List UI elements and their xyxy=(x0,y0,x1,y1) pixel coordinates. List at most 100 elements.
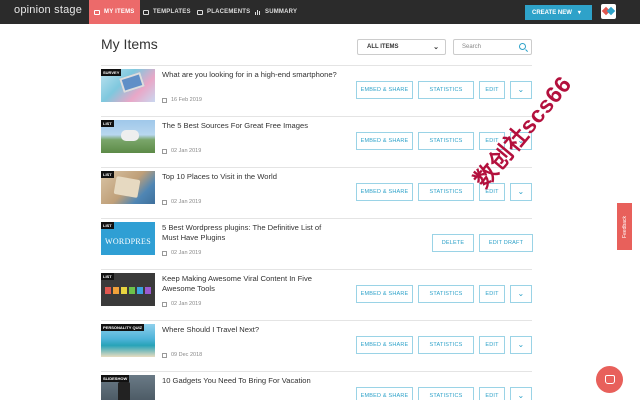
item-title[interactable]: Top 10 Places to Visit in the World xyxy=(162,172,337,182)
feedback-tab[interactable]: Feedback xyxy=(617,203,632,250)
embed-share-button[interactable]: EMBED & SHARE xyxy=(356,81,413,99)
nav-placements-label: PLACEMENTS xyxy=(207,9,251,15)
calendar-icon xyxy=(162,97,167,103)
item-date-text: 09 Dec 2018 xyxy=(171,352,203,358)
caret-down-icon: ▾ xyxy=(577,10,581,16)
item-type-badge: LIST xyxy=(101,171,114,178)
item-thumbnail[interactable]: WORDPRES LIST xyxy=(101,222,155,255)
search-placeholder: Search xyxy=(462,44,482,50)
app-logo[interactable]: opinion stage xyxy=(14,4,82,16)
item-date-text: 02 Jan 2019 xyxy=(171,148,202,154)
list-item: PERSONALITY QUIZ Where Should I Travel N… xyxy=(101,320,532,371)
list-item: SURVEY What are you looking for in a hig… xyxy=(101,65,532,116)
item-thumbnail[interactable]: LIST xyxy=(101,273,155,306)
item-thumbnail[interactable]: SURVEY xyxy=(101,69,155,102)
item-thumbnail[interactable]: SLIDESHOW xyxy=(101,375,155,400)
nav-templates[interactable]: TEMPLATES xyxy=(138,0,196,24)
statistics-button[interactable]: STATISTICS xyxy=(418,336,474,354)
nav-placements[interactable]: PLACEMENTS xyxy=(192,0,255,24)
item-title[interactable]: 10 Gadgets You Need To Bring For Vacatio… xyxy=(162,376,337,386)
filter-value: ALL ITEMS xyxy=(367,44,399,50)
item-date: 02 Jan 2019 xyxy=(162,148,201,154)
nav-my-items-label: MY ITEMS xyxy=(104,9,135,15)
item-date: 02 Jan 2019 xyxy=(162,250,201,256)
edit-button[interactable]: EDIT xyxy=(479,81,505,99)
more-options-button[interactable]: ⌄ xyxy=(510,183,532,201)
page-title: My Items xyxy=(101,36,158,52)
delete-button[interactable]: DELETE xyxy=(432,234,474,252)
statistics-button[interactable]: STATISTICS xyxy=(418,387,474,400)
chat-launcher-button[interactable] xyxy=(596,366,623,393)
chevron-down-icon: ⌄ xyxy=(517,187,525,196)
statistics-button[interactable]: STATISTICS xyxy=(418,81,474,99)
embed-share-button[interactable]: EMBED & SHARE xyxy=(356,132,413,150)
item-thumbnail[interactable]: LIST xyxy=(101,120,155,153)
top-nav-bar: opinion stage MY ITEMS TEMPLATES PLACEME… xyxy=(0,0,640,24)
user-avatar[interactable] xyxy=(601,4,616,19)
item-title[interactable]: Where Should I Travel Next? xyxy=(162,325,337,335)
statistics-button[interactable]: STATISTICS xyxy=(418,183,474,201)
calendar-icon xyxy=(162,148,167,154)
bar-chart-icon xyxy=(255,9,261,15)
item-thumbnail[interactable]: LIST xyxy=(101,171,155,204)
statistics-button[interactable]: STATISTICS xyxy=(418,285,474,303)
more-options-button[interactable]: ⌄ xyxy=(510,336,532,354)
list-item: LIST Keep Making Awesome Viral Content I… xyxy=(101,269,532,320)
more-options-button[interactable]: ⌄ xyxy=(510,285,532,303)
item-type-badge: LIST xyxy=(101,120,114,127)
item-title[interactable]: 5 Best Wordpress plugins: The Definitive… xyxy=(162,223,337,243)
chat-icon xyxy=(604,375,615,384)
item-title[interactable]: What are you looking for in a high-end s… xyxy=(162,70,337,80)
item-date-text: 02 Jan 2019 xyxy=(171,250,202,256)
item-date: 02 Jan 2019 xyxy=(162,199,201,205)
avatar-shape-blue xyxy=(606,6,616,16)
item-title[interactable]: Keep Making Awesome Viral Content In Fiv… xyxy=(162,274,337,294)
item-date: 02 Jan 2019 xyxy=(162,301,201,307)
chevron-down-icon: ⌄ xyxy=(517,85,525,94)
embed-share-button[interactable]: EMBED & SHARE xyxy=(356,387,413,400)
create-new-button[interactable]: CREATE NEW ▾ xyxy=(525,5,592,20)
item-date: 16 Feb 2019 xyxy=(162,97,202,103)
edit-button[interactable]: EDIT xyxy=(479,285,505,303)
item-title[interactable]: The 5 Best Sources For Great Free Images xyxy=(162,121,337,131)
nav-my-items[interactable]: MY ITEMS xyxy=(89,0,140,24)
list-item: LIST The 5 Best Sources For Great Free I… xyxy=(101,116,532,167)
list-item: SLIDESHOW 10 Gadgets You Need To Bring F… xyxy=(101,371,532,400)
item-filter-select[interactable]: ALL ITEMS ⌄ xyxy=(357,39,446,55)
item-thumbnail[interactable]: PERSONALITY QUIZ xyxy=(101,324,155,357)
item-type-badge: SLIDESHOW xyxy=(101,375,130,382)
item-date-text: 16 Feb 2019 xyxy=(171,97,202,103)
chevron-down-icon: ⌄ xyxy=(517,391,525,400)
embed-share-button[interactable]: EMBED & SHARE xyxy=(356,285,413,303)
chevron-down-icon: ⌄ xyxy=(517,340,525,349)
map-shape xyxy=(113,176,141,198)
nav-templates-label: TEMPLATES xyxy=(153,9,191,15)
chevron-down-icon: ⌄ xyxy=(433,44,439,51)
embed-share-button[interactable]: EMBED & SHARE xyxy=(356,336,413,354)
color-keys-shape xyxy=(105,287,151,294)
edit-button[interactable]: EDIT xyxy=(479,387,505,400)
feedback-label: Feedback xyxy=(621,215,628,238)
item-type-badge: LIST xyxy=(101,273,114,280)
sheep-shape xyxy=(121,130,139,141)
list-icon xyxy=(94,9,100,15)
create-new-label: CREATE NEW xyxy=(532,9,572,16)
nav-summary-label: SUMMARY xyxy=(265,9,298,15)
item-type-badge: LIST xyxy=(101,222,114,229)
item-date-text: 02 Jan 2019 xyxy=(171,199,202,205)
search-icon[interactable] xyxy=(519,43,526,50)
template-icon xyxy=(143,9,149,15)
placement-icon xyxy=(197,9,203,15)
edit-draft-button[interactable]: EDIT DRAFT xyxy=(479,234,533,252)
item-date: 09 Dec 2018 xyxy=(162,352,202,358)
statistics-button[interactable]: STATISTICS xyxy=(418,132,474,150)
item-type-badge: PERSONALITY QUIZ xyxy=(101,324,145,331)
calendar-icon xyxy=(162,199,167,205)
calendar-icon xyxy=(162,301,167,307)
edit-button[interactable]: EDIT xyxy=(479,336,505,354)
search-input[interactable]: Search xyxy=(453,39,532,55)
nav-summary[interactable]: SUMMARY xyxy=(250,0,302,24)
embed-share-button[interactable]: EMBED & SHARE xyxy=(356,183,413,201)
gadget-shape xyxy=(118,382,130,400)
more-options-button[interactable]: ⌄ xyxy=(510,387,532,400)
